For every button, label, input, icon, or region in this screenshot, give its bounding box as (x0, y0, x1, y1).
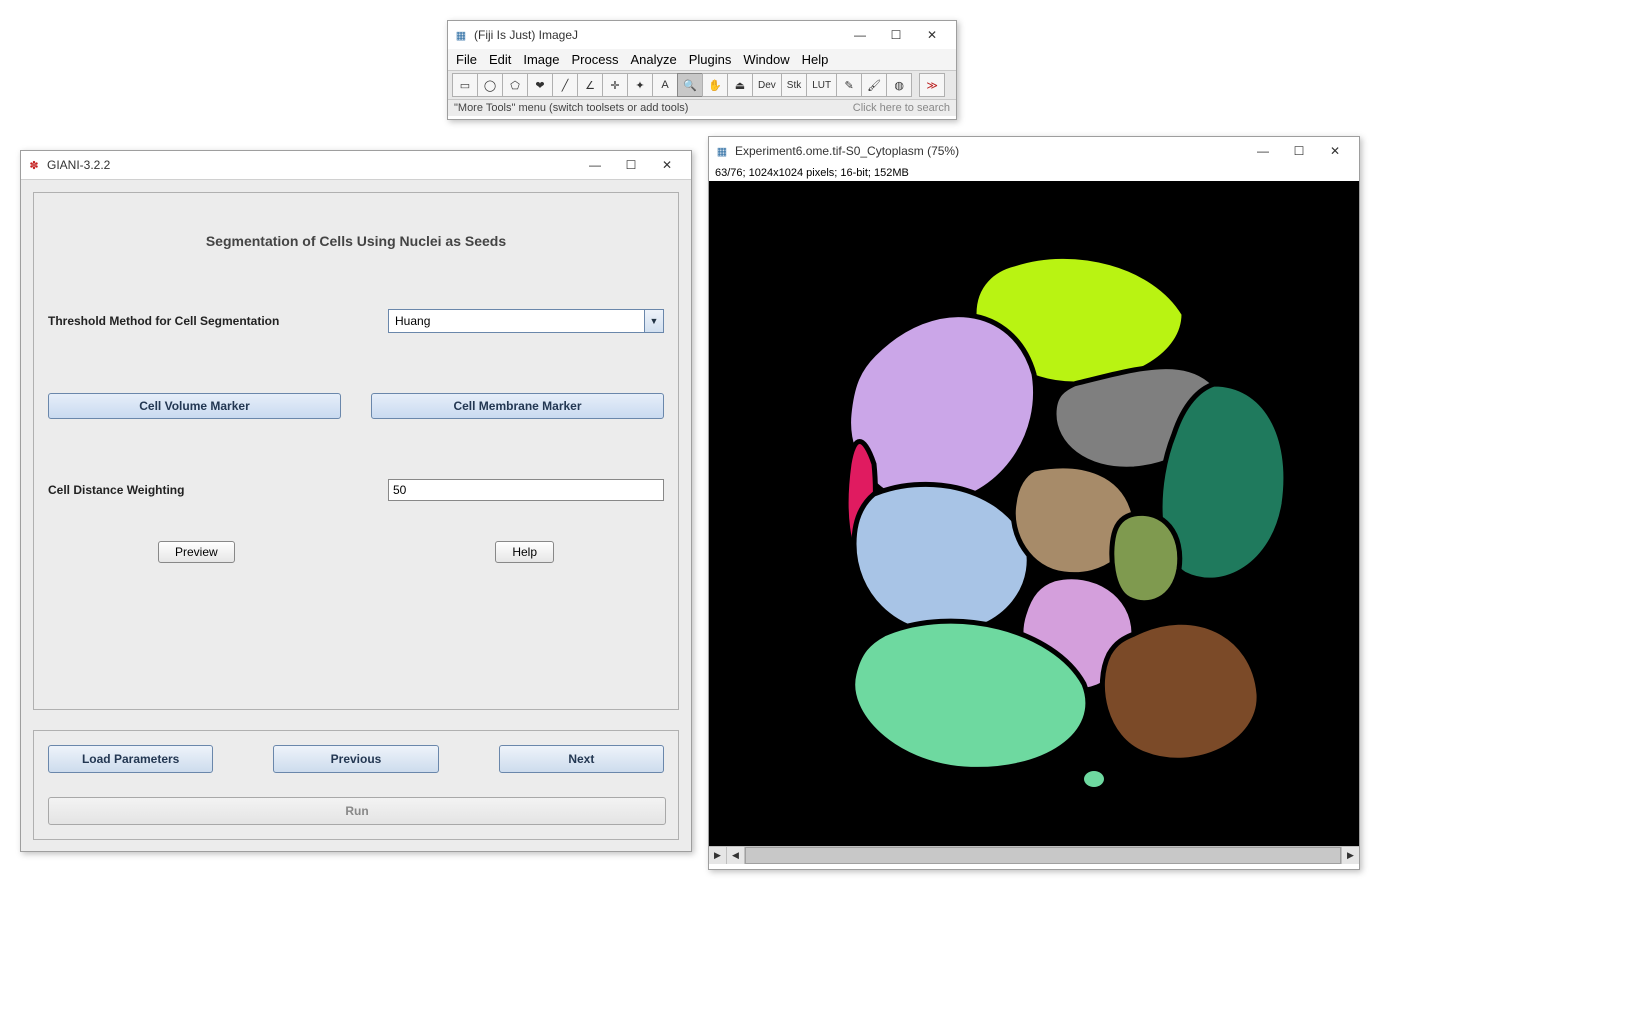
menu-plugins[interactable]: Plugins (689, 52, 732, 67)
giani-title: GIANI-3.2.2 (43, 158, 577, 172)
status-hint: "More Tools" menu (switch toolsets or ad… (454, 102, 853, 114)
color-picker-tool[interactable]: ⏏ (727, 73, 753, 97)
menu-file[interactable]: File (456, 52, 477, 67)
cell-volume-marker-button[interactable]: Cell Volume Marker (48, 393, 341, 419)
imagej-main-window: ▦ (Fiji Is Just) ImageJ — ☐ ✕ File Edit … (447, 20, 957, 120)
distance-input[interactable] (388, 479, 664, 501)
polygon-tool[interactable]: ⬠ (502, 73, 528, 97)
previous-button[interactable]: Previous (273, 745, 438, 773)
menu-process[interactable]: Process (572, 52, 619, 67)
menu-image[interactable]: Image (523, 52, 559, 67)
giani-window: ✽ GIANI-3.2.2 — ☐ ✕ Segmentation of Cell… (20, 150, 692, 852)
close-button[interactable]: ✕ (649, 154, 685, 176)
freehand-tool[interactable]: ❤ (527, 73, 553, 97)
imagej-app-icon: ▦ (715, 144, 729, 158)
scroll-left-icon2[interactable]: ◀ (727, 847, 745, 864)
distance-label: Cell Distance Weighting (48, 483, 388, 497)
scrollbar-track[interactable] (745, 847, 1341, 864)
maximize-button[interactable]: ☐ (613, 154, 649, 176)
giani-main-panel: Segmentation of Cells Using Nuclei as Se… (33, 192, 679, 710)
brush-tool[interactable]: 🖌 (861, 73, 887, 97)
cell-6 (854, 484, 1029, 634)
giani-app-icon: ✽ (27, 158, 41, 172)
dev-tool[interactable]: Dev (752, 73, 782, 97)
scroll-right-icon[interactable]: ▶ (1341, 847, 1359, 864)
hand-tool[interactable]: ✋ (702, 73, 728, 97)
cell-8 (1112, 513, 1180, 602)
giani-titlebar[interactable]: ✽ GIANI-3.2.2 — ☐ ✕ (21, 151, 691, 180)
segmentation-svg (754, 234, 1314, 794)
status-search[interactable]: Click here to search (853, 102, 950, 114)
image-titlebar[interactable]: ▦ Experiment6.ome.tif-S0_Cytoplasm (75%)… (709, 137, 1359, 165)
imagej-toolbar: ▭◯⬠❤╱∠✛✦A🔍✋⏏DevStkLUT✎🖌◍ ≫ (448, 70, 956, 99)
cell-11 (1102, 622, 1259, 760)
stk-tool[interactable]: Stk (781, 73, 807, 97)
image-canvas[interactable] (709, 181, 1359, 846)
line-tool[interactable]: ╱ (552, 73, 578, 97)
preview-button[interactable]: Preview (158, 541, 235, 563)
zoom-tool[interactable]: 🔍 (677, 73, 703, 97)
scrollbar-thumb[interactable] (745, 847, 1341, 864)
flood-tool[interactable]: ◍ (886, 73, 912, 97)
angle-tool[interactable]: ∠ (577, 73, 603, 97)
more-tools[interactable]: ≫ (919, 73, 945, 97)
threshold-value: Huang (389, 314, 644, 328)
imagej-titlebar[interactable]: ▦ (Fiji Is Just) ImageJ — ☐ ✕ (448, 21, 956, 49)
menu-help[interactable]: Help (802, 52, 829, 67)
maximize-button[interactable]: ☐ (878, 24, 914, 46)
horizontal-scrollbar[interactable]: ▶ ◀ ▶ (709, 846, 1359, 864)
imagej-statusbar: "More Tools" menu (switch toolsets or ad… (448, 99, 956, 116)
threshold-combo[interactable]: Huang ▼ (388, 309, 664, 333)
pencil-tool[interactable]: ✎ (836, 73, 862, 97)
menu-analyze[interactable]: Analyze (630, 52, 676, 67)
image-title: Experiment6.ome.tif-S0_Cytoplasm (75%) (731, 144, 1245, 158)
load-parameters-button[interactable]: Load Parameters (48, 745, 213, 773)
image-window: ▦ Experiment6.ome.tif-S0_Cytoplasm (75%)… (708, 136, 1360, 870)
chevron-down-icon[interactable]: ▼ (644, 310, 663, 332)
menu-edit[interactable]: Edit (489, 52, 511, 67)
run-button[interactable]: Run (48, 797, 666, 825)
point-tool[interactable]: ✛ (602, 73, 628, 97)
minimize-button[interactable]: — (1245, 140, 1281, 162)
cell-spot (1084, 771, 1104, 787)
threshold-label: Threshold Method for Cell Segmentation (48, 314, 388, 328)
help-button[interactable]: Help (495, 541, 554, 563)
wand-tool[interactable]: ✦ (627, 73, 653, 97)
minimize-button[interactable]: — (577, 154, 613, 176)
close-button[interactable]: ✕ (1317, 140, 1353, 162)
imagej-menubar: File Edit Image Process Analyze Plugins … (448, 49, 956, 70)
imagej-app-icon: ▦ (454, 28, 468, 42)
text-tool[interactable]: A (652, 73, 678, 97)
close-button[interactable]: ✕ (914, 24, 950, 46)
image-meta: 63/76; 1024x1024 pixels; 16-bit; 152MB (709, 165, 1359, 181)
menu-window[interactable]: Window (743, 52, 789, 67)
next-button[interactable]: Next (499, 745, 664, 773)
rectangle-tool[interactable]: ▭ (452, 73, 478, 97)
maximize-button[interactable]: ☐ (1281, 140, 1317, 162)
lut-tool[interactable]: LUT (806, 73, 837, 97)
minimize-button[interactable]: — (842, 24, 878, 46)
giani-heading: Segmentation of Cells Using Nuclei as Se… (48, 233, 664, 249)
oval-tool[interactable]: ◯ (477, 73, 503, 97)
imagej-title: (Fiji Is Just) ImageJ (470, 28, 842, 42)
scroll-left-icon[interactable]: ▶ (709, 847, 727, 864)
giani-nav-panel: Load Parameters Previous Next Run (33, 730, 679, 840)
cell-membrane-marker-button[interactable]: Cell Membrane Marker (371, 393, 664, 419)
